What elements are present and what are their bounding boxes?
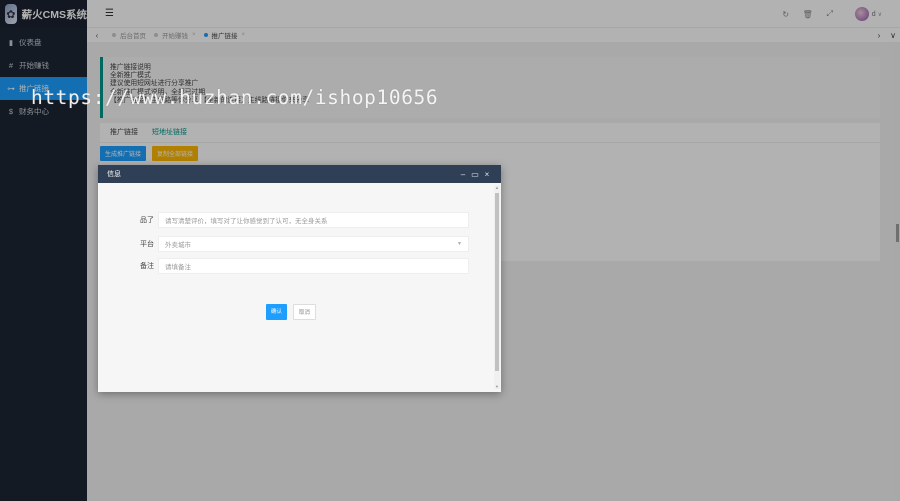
dialog-controls: – ▭ × — [457, 165, 493, 183]
review-input[interactable]: 请写清楚评价，填写对了让你感觉到了认可，无全身关系 — [158, 212, 469, 228]
field-label: 平台 — [140, 241, 154, 248]
watermark: https://www.huzhan.com/ishop10656 — [31, 86, 439, 109]
field-label: 品了 — [140, 217, 154, 224]
confirm-button[interactable]: 确认 — [266, 304, 288, 320]
dialog-header[interactable]: 信息 – ▭ × — [98, 165, 501, 183]
dialog-buttons: 确认 取消 — [266, 304, 322, 320]
field-label: 备注 — [140, 263, 154, 270]
cancel-button[interactable]: 取消 — [293, 304, 317, 320]
form-row-remark: 备注 请填备注 — [98, 258, 493, 274]
remark-input[interactable]: 请填备注 — [158, 258, 469, 274]
dialog-title: 信息 — [107, 171, 121, 178]
platform-select[interactable]: 外卖城市 ▼ — [158, 236, 469, 252]
info-dialog: 信息 – ▭ × 品了 请写清楚评价，填写对了让你感觉到了认可，无全身关系 平台… — [98, 165, 501, 392]
maximize-icon[interactable]: ▭ — [469, 170, 481, 179]
chevron-down-icon: ▼ — [457, 241, 462, 247]
scroll-up-icon[interactable]: ▲ — [494, 185, 500, 190]
dialog-body: 品了 请写清楚评价，填写对了让你感觉到了认可，无全身关系 平台 外卖城市 ▼ 备… — [98, 183, 501, 392]
dialog-scrollbar-thumb[interactable] — [495, 193, 499, 371]
scroll-down-icon[interactable]: ▼ — [494, 384, 500, 389]
close-icon[interactable]: × — [481, 170, 493, 179]
select-value: 外卖城市 — [165, 242, 191, 249]
form-row-review: 品了 请写清楚评价，填写对了让你感觉到了认可，无全身关系 — [98, 212, 493, 228]
form-row-platform: 平台 外卖城市 ▼ — [98, 236, 493, 252]
dialog-scrollbar[interactable]: ▲ ▼ — [494, 185, 500, 389]
minimize-icon[interactable]: – — [457, 170, 469, 179]
